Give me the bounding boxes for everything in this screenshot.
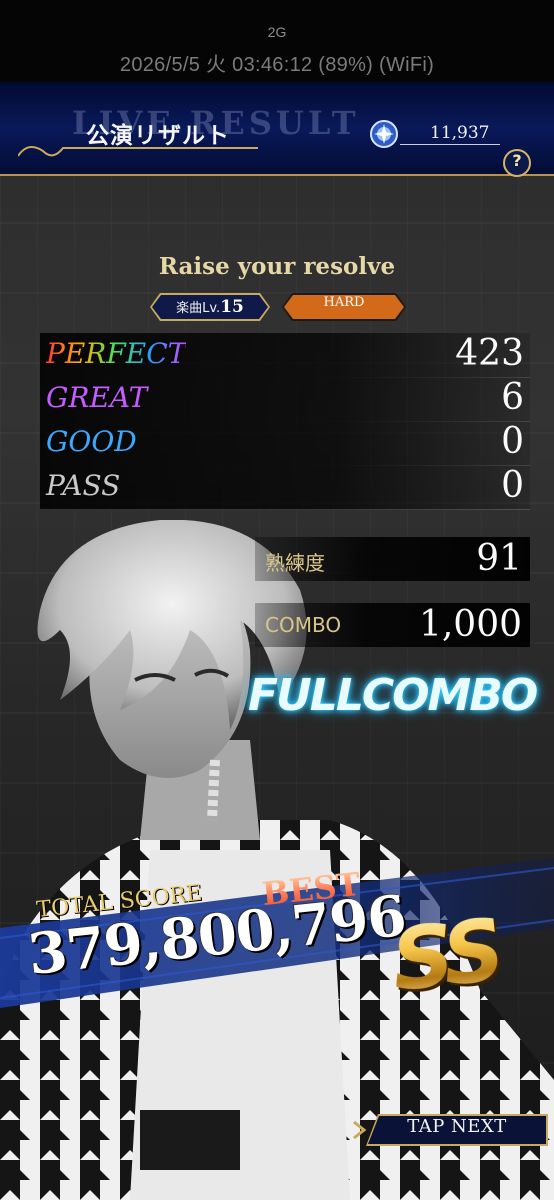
help-button[interactable]: ? — [503, 149, 531, 177]
perfect-count: 423 — [455, 333, 524, 374]
currency-value: 11,937 — [430, 123, 490, 143]
judgement-row-pass: PASS 0 — [40, 465, 530, 510]
status-datetime-battery: 2026/5/5 火 03:46:12 (89%) (WiFi) — [119, 54, 435, 76]
song-title: Raise your resolve — [158, 253, 396, 280]
tap-next-label: TAP NEXT — [368, 1116, 546, 1144]
fullcombo-badge: FULLCOMBO — [248, 670, 538, 721]
great-label: GREAT — [46, 381, 148, 414]
level-badge: 楽曲Lv.15 — [150, 293, 270, 321]
proficiency-label: 熟練度 — [265, 551, 325, 575]
difficulty-badge: HARD — [282, 293, 406, 321]
combo-value: 1,000 — [418, 604, 522, 645]
judgement-row-good: GOOD 0 — [40, 421, 530, 466]
pass-count: 0 — [501, 465, 524, 506]
perfect-label: PERFECT — [46, 337, 187, 370]
good-count: 0 — [501, 421, 524, 462]
tap-next-button[interactable]: TAP NEXT — [366, 1114, 548, 1146]
rank-badge: SS — [387, 900, 502, 1012]
gem-icon — [370, 120, 398, 148]
judgement-row-great: GREAT 6 — [40, 377, 530, 422]
proficiency-box: 熟練度 91 — [255, 537, 530, 581]
currency-display: 11,937 — [370, 120, 500, 150]
good-label: GOOD — [46, 425, 137, 458]
combo-box: COMBO 1,000 — [255, 603, 530, 647]
level-value: 15 — [220, 297, 244, 317]
combo-label: COMBO — [265, 613, 342, 637]
great-count: 6 — [501, 377, 524, 418]
currency-underline — [400, 144, 500, 145]
proficiency-value: 91 — [476, 538, 522, 579]
judgement-row-perfect: PERFECT 423 — [40, 333, 530, 378]
level-label: 楽曲Lv. — [176, 301, 221, 316]
network-indicator: 2G — [267, 24, 287, 40]
status-bar: 2G 2026/5/5 火 03:46:12 (89%) (WiFi) — [0, 0, 554, 82]
arrow-icon — [353, 1120, 367, 1140]
page-title: 公演リザルト — [86, 123, 230, 149]
difficulty-label: HARD — [284, 295, 404, 319]
pass-label: PASS — [46, 469, 121, 502]
